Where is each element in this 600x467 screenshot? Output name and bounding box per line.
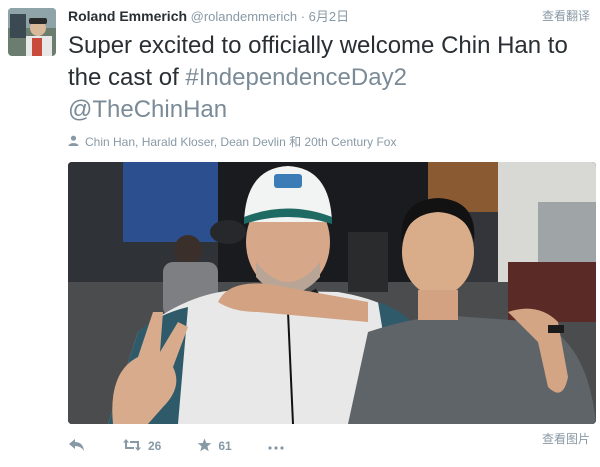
view-photo-link[interactable]: 查看图片: [542, 430, 590, 447]
more-button[interactable]: [268, 439, 284, 453]
more-icon: [268, 439, 284, 453]
translate-link[interactable]: 查看翻译: [542, 6, 590, 26]
mention-link[interactable]: @TheChinHan: [68, 96, 227, 123]
tweet-photo[interactable]: [68, 162, 596, 424]
author-name[interactable]: Roland Emmerich: [68, 8, 187, 24]
reply-button[interactable]: [68, 438, 86, 455]
person-icon: [68, 133, 79, 151]
tweet-text: Super excited to officially welcome Chin…: [68, 30, 593, 126]
hashtag-link[interactable]: #IndependenceDay2: [185, 64, 407, 91]
retweet-count: 26: [148, 439, 162, 453]
separator: ·: [300, 9, 306, 24]
favorite-count: 61: [218, 439, 232, 453]
reply-icon: [68, 438, 86, 455]
tweet: Roland Emmerich @rolandemmerich · 6月2日 查…: [0, 0, 600, 467]
star-icon: [197, 438, 212, 455]
author-handle[interactable]: @rolandemmerich: [191, 9, 297, 24]
retweet-button[interactable]: 26: [122, 438, 161, 455]
tagged-people-label: Chin Han, Harald Kloser, Dean Devlin 和 2…: [85, 135, 397, 149]
tweet-actions: 26 61: [68, 436, 320, 456]
tweet-header: Roland Emmerich @rolandemmerich · 6月2日 查…: [68, 6, 590, 26]
retweet-icon: [122, 438, 142, 455]
tweet-date[interactable]: 6月2日: [309, 9, 349, 24]
favorite-button[interactable]: 61: [197, 438, 232, 455]
tagged-people[interactable]: Chin Han, Harald Kloser, Dean Devlin 和 2…: [68, 133, 396, 151]
avatar[interactable]: [8, 8, 56, 56]
